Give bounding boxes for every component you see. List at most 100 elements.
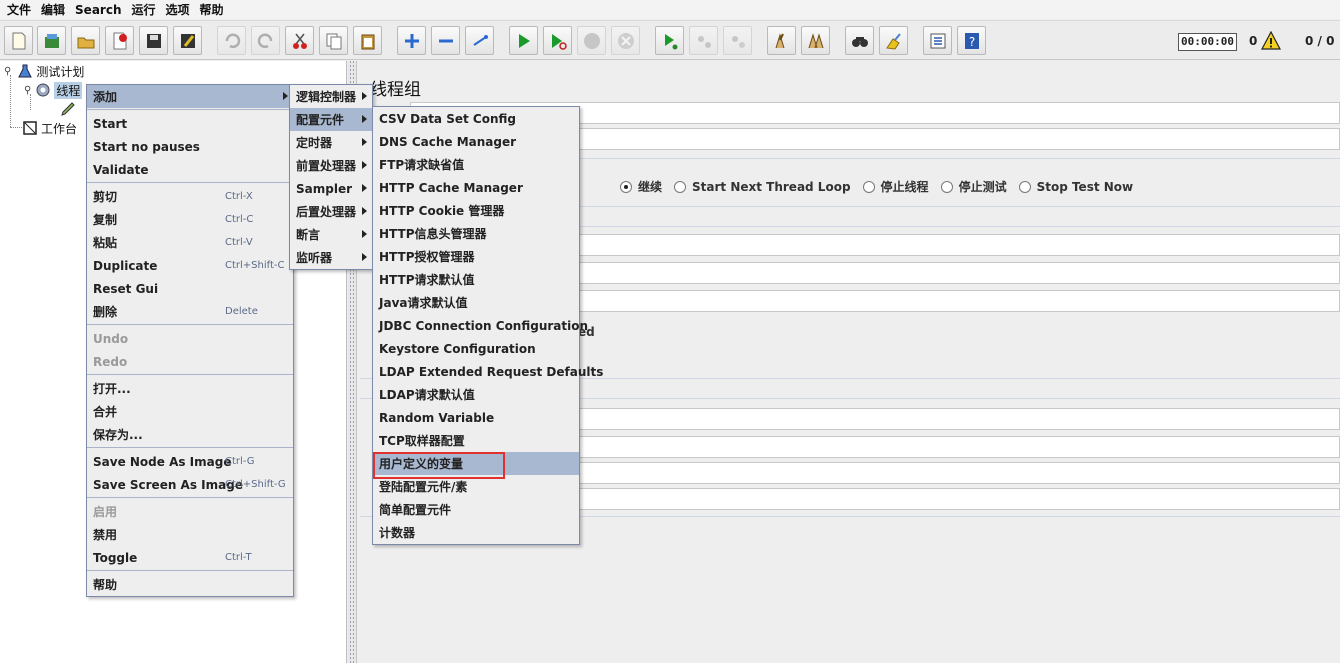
add-item-item-6[interactable]: 断言 <box>290 223 372 246</box>
undo-button[interactable] <box>217 26 246 55</box>
menu-item-item-18[interactable]: 保存为... <box>87 423 293 446</box>
copy-button[interactable] <box>319 26 348 55</box>
config-item-http[interactable]: HTTP信息头管理器 <box>373 222 579 245</box>
clear-button[interactable] <box>767 26 796 55</box>
menu-item-redo[interactable]: Redo <box>87 350 293 373</box>
config-item-jdbc-connection-configuration[interactable]: JDBC Connection Configuration <box>373 314 588 337</box>
search-button[interactable] <box>845 26 874 55</box>
menu-item-reset-gui[interactable]: Reset Gui <box>87 277 293 300</box>
save-as-button[interactable] <box>173 26 202 55</box>
shutdown-button[interactable] <box>611 26 640 55</box>
radio-dot[interactable] <box>862 180 875 193</box>
menu-item-item-6[interactable]: 剪切 Ctrl-X <box>87 185 293 208</box>
remote-exit-button[interactable] <box>723 26 752 55</box>
start-no-pauses-button[interactable] <box>543 26 572 55</box>
config-item-tcp[interactable]: TCP取样器配置 <box>373 429 579 452</box>
menu-search[interactable]: Search <box>72 3 128 17</box>
menu-run[interactable]: 运行 <box>128 1 162 18</box>
close-button[interactable] <box>105 26 134 55</box>
config-item-http[interactable]: HTTP授权管理器 <box>373 245 579 268</box>
menu-item-start[interactable]: Start <box>87 112 293 135</box>
config-item-dns-cache-manager[interactable]: DNS Cache Manager <box>373 130 579 153</box>
menu-item-item-7[interactable]: 复制 Ctrl-C <box>87 208 293 231</box>
radio-start-next-loop[interactable]: Start Next Thread Loop <box>674 180 851 194</box>
menu-item-validate[interactable]: Validate <box>87 158 293 181</box>
toggle-button[interactable] <box>465 26 494 55</box>
paste-button[interactable] <box>353 26 382 55</box>
config-item-csv-data-set-config[interactable]: CSV Data Set Config <box>373 107 579 130</box>
add-item-item-1[interactable]: 配置元件 <box>290 108 372 131</box>
add-item-item-7[interactable]: 监听器 <box>290 246 372 269</box>
menu-item-item-0[interactable]: 添加 <box>87 85 293 108</box>
config-item-keystore-configuration[interactable]: Keystore Configuration <box>373 337 579 360</box>
config-item-http-cache-manager[interactable]: HTTP Cache Manager <box>373 176 579 199</box>
config-item-item-18[interactable]: 计数器 <box>373 521 579 544</box>
expand-all-button[interactable] <box>397 26 426 55</box>
menu-item-item-16[interactable]: 打开... <box>87 377 293 400</box>
tree-toggle-icon[interactable]: ⚲ <box>24 85 31 96</box>
radio-dot[interactable] <box>1018 180 1031 193</box>
reset-search-button[interactable] <box>879 26 908 55</box>
menu-item-save-node-as-image[interactable]: Save Node As Image Ctrl-G <box>87 450 293 473</box>
menu-item-item-27[interactable]: 帮助 <box>87 573 293 596</box>
radio-dot[interactable] <box>940 180 953 193</box>
config-item-http-cookie[interactable]: HTTP Cookie 管理器 <box>373 199 579 222</box>
menu-edit[interactable]: 编辑 <box>38 1 72 18</box>
remote-start-button[interactable] <box>655 26 684 55</box>
start-no-pauses-icon <box>551 33 567 50</box>
menu-item-save-screen-as-image[interactable]: Save Screen As Image Ctrl+Shift-G <box>87 473 293 496</box>
open-button[interactable] <box>71 26 100 55</box>
radio-stop-test[interactable]: 停止测试 <box>940 178 1007 195</box>
menu-item-item-8[interactable]: 粘贴 Ctrl-V <box>87 231 293 254</box>
menu-file[interactable]: 文件 <box>4 1 38 18</box>
config-item-http[interactable]: HTTP请求默认值 <box>373 268 579 291</box>
radio-dot[interactable] <box>620 180 632 193</box>
add-item-item-0[interactable]: 逻辑控制器 <box>290 85 372 108</box>
add-item-sampler[interactable]: Sampler <box>290 177 372 200</box>
menu-item-label: HTTP信息头管理器 <box>379 227 487 241</box>
clear-all-button[interactable] <box>801 26 830 55</box>
config-item-item-17[interactable]: 简单配置元件 <box>373 498 579 521</box>
start-button[interactable] <box>509 26 538 55</box>
menu-item-duplicate[interactable]: Duplicate Ctrl+Shift-C <box>87 254 293 277</box>
collapse-all-button[interactable] <box>431 26 460 55</box>
radio-stop-thread[interactable]: 停止线程 <box>862 178 929 195</box>
tree-toggle-icon[interactable]: ⚲ <box>4 66 11 77</box>
templates-button[interactable] <box>37 26 66 55</box>
menu-item-item-17[interactable]: 合并 <box>87 400 293 423</box>
radio-dot[interactable] <box>674 180 687 193</box>
menu-item-toggle[interactable]: Toggle Ctrl-T <box>87 546 293 569</box>
new-button[interactable] <box>4 26 33 55</box>
config-item-java[interactable]: Java请求默认值 <box>373 291 579 314</box>
config-item-random-variable[interactable]: Random Variable <box>373 406 579 429</box>
save-button[interactable] <box>139 26 168 55</box>
config-item-ldap[interactable]: LDAP请求默认值 <box>373 383 579 406</box>
menu-item-item-11[interactable]: 删除 Delete <box>87 300 293 323</box>
tree-node-child[interactable] <box>60 100 79 118</box>
menu-item-item-24[interactable]: 禁用 <box>87 523 293 546</box>
menu-item-undo[interactable]: Undo <box>87 327 293 350</box>
submenu-arrow-icon <box>362 115 367 123</box>
add-item-item-3[interactable]: 前置处理器 <box>290 154 372 177</box>
tree-node-test-plan[interactable]: ⚲ 测试计划 <box>4 62 84 80</box>
stop-button[interactable] <box>577 26 606 55</box>
radio-continue[interactable]: 继续 <box>620 178 662 195</box>
tree-node-thread-group[interactable]: ⚲ 线程 <box>24 81 83 99</box>
menu-options[interactable]: 选项 <box>163 1 197 18</box>
warning-icon[interactable] <box>1261 31 1281 51</box>
menu-item-label: Toggle <box>93 550 138 565</box>
config-item-ftp[interactable]: FTP请求缺省值 <box>373 153 579 176</box>
function-helper-button[interactable] <box>923 26 952 55</box>
cut-button[interactable] <box>285 26 314 55</box>
tree-node-workbench[interactable]: 工作台 <box>22 119 77 137</box>
remote-stop-button[interactable] <box>689 26 718 55</box>
add-item-item-5[interactable]: 后置处理器 <box>290 200 372 223</box>
config-item-ldap-extended-request-defaults[interactable]: LDAP Extended Request Defaults <box>373 360 603 383</box>
menu-help[interactable]: 帮助 <box>197 1 231 18</box>
add-item-item-2[interactable]: 定时器 <box>290 131 372 154</box>
menu-item-item-23[interactable]: 启用 <box>87 500 293 523</box>
radio-stop-test-now[interactable]: Stop Test Now <box>1018 180 1133 194</box>
redo-button[interactable] <box>251 26 280 55</box>
menu-item-start-no-pauses[interactable]: Start no pauses <box>87 135 293 158</box>
help-button[interactable]: ? <box>957 26 986 55</box>
